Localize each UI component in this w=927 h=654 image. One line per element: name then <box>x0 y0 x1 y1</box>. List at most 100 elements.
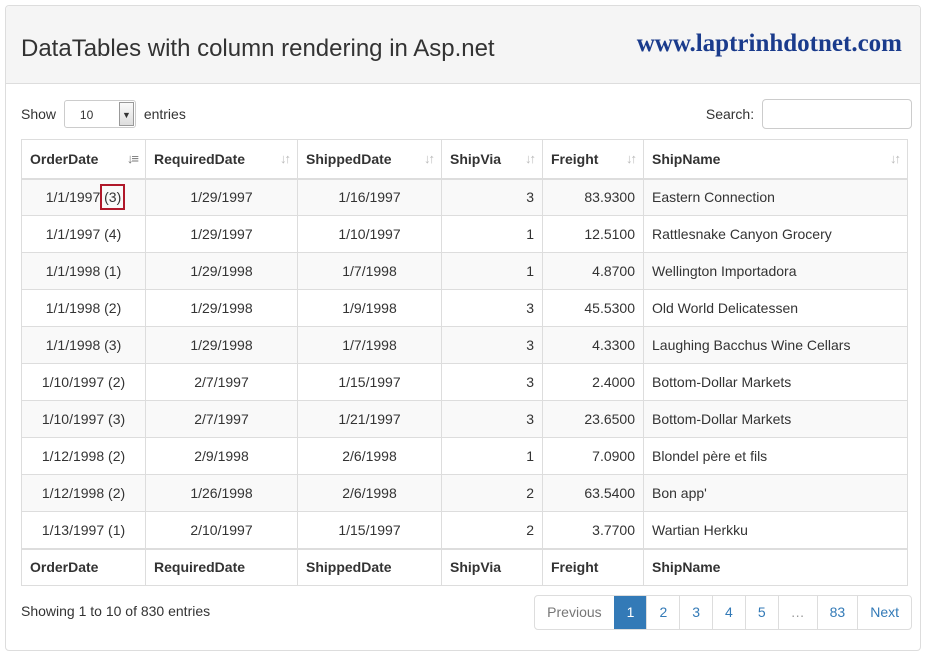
page-2-button[interactable]: 2 <box>646 596 679 629</box>
sort-asc-icon: ↓≡ <box>126 151 139 166</box>
page-3-button[interactable]: 3 <box>679 596 712 629</box>
search-label: Search: <box>705 106 755 123</box>
brand-logo: www.laptrinhdotnet.com <box>636 30 902 57</box>
page-1-button[interactable]: 1 <box>613 596 647 629</box>
page-5-button[interactable]: 5 <box>744 596 778 629</box>
col-header-label: ShipVia <box>450 150 502 167</box>
cell-orderdate: 1/12/1998 (2) <box>21 437 146 475</box>
sort-both-icon: ↓↑ <box>525 151 536 166</box>
col-footer-orderdate: OrderDate <box>21 547 146 586</box>
cell-shipname: Wellington Importadora <box>643 252 908 290</box>
next-button[interactable]: Next <box>857 596 911 629</box>
footer-row: OrderDate RequiredDate ShippedDate ShipV… <box>21 547 908 586</box>
table-row: 1/1/1998 (1) 1/29/1998 1/7/1998 1 4.8700… <box>21 252 908 290</box>
search-control: Search: <box>705 98 912 130</box>
cell-shipvia: 3 <box>441 363 543 401</box>
entries-select-value: 10 <box>79 108 94 123</box>
col-header-shipname[interactable]: ShipName ↓↑ <box>643 139 908 180</box>
table-row: 1/1/1998 (3) 1/29/1998 1/7/1998 3 4.3300… <box>21 326 908 364</box>
cell-shipname: Eastern Connection <box>643 178 908 216</box>
cell-freight: 12.5100 <box>542 215 644 253</box>
cell-orderdate: 1/10/1997 (3) <box>21 400 146 438</box>
sort-both-icon: ↓↑ <box>890 151 901 166</box>
cell-orderdate: 1/1/1997 (3) <box>21 178 146 216</box>
col-header-label: RequiredDate <box>154 150 246 167</box>
cell-shipname: Bottom-Dollar Markets <box>643 363 908 401</box>
panel-heading: DataTables with column rendering in Asp.… <box>6 6 920 84</box>
cell-requireddate: 1/29/1997 <box>145 178 298 216</box>
entries-select[interactable]: 10 ▼ <box>63 100 136 129</box>
cell-requireddate: 1/26/1998 <box>145 474 298 512</box>
col-header-shippeddate[interactable]: ShippedDate ↓↑ <box>297 139 442 180</box>
col-header-requireddate[interactable]: RequiredDate ↓↑ <box>145 139 298 180</box>
orders-table: OrderDate ↓≡ RequiredDate ↓↑ ShippedDate ↓↑… <box>21 139 908 586</box>
cell-shipvia: 1 <box>441 437 543 475</box>
cell-orderdate: 1/1/1998 (3) <box>21 326 146 364</box>
cell-shippeddate: 1/7/1998 <box>297 252 442 290</box>
table-info: Showing 1 to 10 of 830 entries <box>21 603 211 619</box>
cell-shipvia: 3 <box>441 178 543 216</box>
cell-freight: 23.6500 <box>542 400 644 438</box>
highlight-box: (3) <box>100 184 126 211</box>
cell-orderdate: 1/10/1997 (2) <box>21 363 146 401</box>
cell-freight: 3.7700 <box>542 511 644 549</box>
cell-shipname: Laughing Bacchus Wine Cellars <box>643 326 908 364</box>
sort-both-icon: ↓↑ <box>626 151 637 166</box>
cell-requireddate: 2/9/1998 <box>145 437 298 475</box>
cell-orderdate: 1/12/1998 (2) <box>21 474 146 512</box>
col-footer-shipname: ShipName <box>643 547 908 586</box>
page-83-button[interactable]: 83 <box>816 596 858 629</box>
cell-orderdate: 1/1/1997 (4) <box>21 215 146 253</box>
cell-shippeddate: 2/6/1998 <box>297 437 442 475</box>
cell-shippeddate: 1/9/1998 <box>297 289 442 327</box>
col-header-label: Freight <box>551 150 599 167</box>
col-footer-shipvia: ShipVia <box>441 547 543 586</box>
table-row: 1/10/1997 (2) 2/7/1997 1/15/1997 3 2.400… <box>21 363 908 401</box>
table-row: 1/12/1998 (2) 2/9/1998 2/6/1998 1 7.0900… <box>21 437 908 475</box>
cell-shippeddate: 2/6/1998 <box>297 474 442 512</box>
col-header-label: ShippedDate <box>306 150 392 167</box>
col-header-orderdate[interactable]: OrderDate ↓≡ <box>21 139 146 180</box>
entries-label: entries <box>143 106 186 123</box>
col-header-freight[interactable]: Freight ↓↑ <box>542 139 644 180</box>
table-row: 1/12/1998 (2) 1/26/1998 2/6/1998 2 63.54… <box>21 474 908 512</box>
cell-requireddate: 2/10/1997 <box>145 511 298 549</box>
cell-shipname: Wartian Herkku <box>643 511 908 549</box>
cell-freight: 4.8700 <box>542 252 644 290</box>
sort-both-icon: ↓↑ <box>424 151 435 166</box>
cell-requireddate: 1/29/1998 <box>145 289 298 327</box>
cell-freight: 83.9300 <box>542 178 644 216</box>
search-input[interactable] <box>762 99 912 130</box>
cell-orderdate: 1/1/1998 (2) <box>21 289 146 327</box>
cell-shipname: Bottom-Dollar Markets <box>643 400 908 438</box>
page-4-button[interactable]: 4 <box>712 596 745 629</box>
cell-freight: 7.0900 <box>542 437 644 475</box>
cell-shippeddate: 1/15/1997 <box>297 363 442 401</box>
page-title: DataTables with column rendering in Asp.… <box>21 35 495 62</box>
cell-shipvia: 2 <box>441 474 543 512</box>
cell-requireddate: 1/29/1997 <box>145 215 298 253</box>
col-header-shipvia[interactable]: ShipVia ↓↑ <box>441 139 543 180</box>
page-ellipsis: … <box>777 596 817 629</box>
table-row: 1/1/1997 (4) 1/29/1997 1/10/1997 1 12.51… <box>21 215 908 253</box>
col-footer-freight: Freight <box>542 547 644 586</box>
table-row: 1/13/1997 (1) 2/10/1997 1/15/1997 2 3.77… <box>21 511 908 549</box>
col-footer-requireddate: RequiredDate <box>145 547 298 586</box>
table-row: 1/1/1998 (2) 1/29/1998 1/9/1998 3 45.530… <box>21 289 908 327</box>
cell-shipname: Rattlesnake Canyon Grocery <box>643 215 908 253</box>
chevron-down-icon[interactable]: ▼ <box>118 102 134 127</box>
cell-requireddate: 1/29/1998 <box>145 326 298 364</box>
previous-button[interactable]: Previous <box>535 596 613 629</box>
col-footer-shippeddate: ShippedDate <box>297 547 442 586</box>
cell-shipname: Bon app' <box>643 474 908 512</box>
cell-shipvia: 1 <box>441 215 543 253</box>
cell-shipname: Blondel père et fils <box>643 437 908 475</box>
cell-shipvia: 2 <box>441 511 543 549</box>
header-row: OrderDate ↓≡ RequiredDate ↓↑ ShippedDate ↓↑… <box>21 139 908 180</box>
table-row: 1/10/1997 (3) 2/7/1997 1/21/1997 3 23.65… <box>21 400 908 438</box>
cell-orderdate: 1/1/1998 (1) <box>21 252 146 290</box>
length-control: Show 10 ▼ entries <box>21 98 186 129</box>
cell-requireddate: 2/7/1997 <box>145 400 298 438</box>
cell-shipvia: 1 <box>441 252 543 290</box>
cell-shipvia: 3 <box>441 400 543 438</box>
